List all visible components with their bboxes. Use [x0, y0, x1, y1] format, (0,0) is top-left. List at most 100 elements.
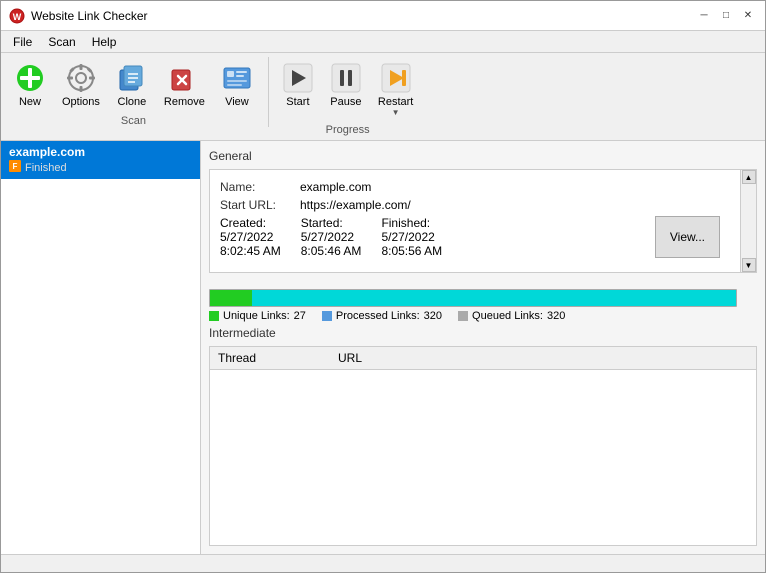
menu-help[interactable]: Help: [84, 33, 125, 51]
name-row: Name: example.com: [220, 180, 746, 194]
restore-button[interactable]: □: [717, 7, 735, 25]
general-section: Name: example.com Start URL: https://exa…: [209, 169, 757, 273]
progress-cyan: [252, 290, 736, 306]
options-button[interactable]: Options: [55, 57, 107, 113]
svg-text:W: W: [13, 12, 22, 22]
start-url-value: https://example.com/: [300, 198, 411, 212]
queued-links-label: Queued Links:: [472, 310, 543, 322]
finished-block: Finished: 5/27/2022 8:05:56 AM: [381, 216, 442, 258]
restart-label: Restart: [378, 96, 413, 108]
window-title: Website Link Checker: [31, 9, 695, 23]
toolbar-scan-group: New: [7, 57, 269, 127]
progress-buttons: Start Pause: [275, 57, 420, 122]
name-label: Name:: [220, 180, 300, 194]
remove-button[interactable]: Remove: [157, 57, 212, 113]
start-button[interactable]: Start: [275, 57, 321, 122]
progress-bar-inner: [210, 290, 736, 306]
pause-icon: [330, 62, 362, 94]
finished-time: 8:05:56 AM: [381, 244, 442, 258]
window-controls: ─ □ ✕: [695, 7, 757, 25]
progress-stats: Unique Links: 27 Processed Links: 320 Qu…: [209, 310, 737, 322]
start-url-row: Start URL: https://example.com/: [220, 198, 746, 212]
remove-icon: [168, 62, 200, 94]
svg-text:F: F: [13, 162, 18, 171]
scan-buttons: New: [7, 57, 260, 113]
progress-container: Unique Links: 27 Processed Links: 320 Qu…: [209, 289, 757, 322]
processed-links-stat: Processed Links: 320: [322, 310, 442, 322]
processed-links-label: Processed Links:: [336, 310, 420, 322]
status-text: Finished: [25, 162, 67, 174]
minimize-button[interactable]: ─: [695, 7, 713, 25]
queued-links-stat: Queued Links: 320: [458, 310, 565, 322]
unique-links-dot: [209, 311, 219, 321]
new-label: New: [19, 96, 41, 108]
main-content: example.com F Finished General Na: [1, 141, 765, 554]
restart-button[interactable]: Restart ▼: [371, 57, 420, 122]
new-icon: [14, 62, 46, 94]
remove-label: Remove: [164, 96, 205, 108]
sidebar: example.com F Finished: [1, 141, 201, 554]
status-bar: [1, 554, 765, 572]
clone-button[interactable]: Clone: [109, 57, 155, 113]
unique-links-value: 27: [294, 310, 306, 322]
restart-dropdown-arrow: ▼: [392, 108, 400, 117]
toolbar: New: [1, 53, 765, 141]
start-icon: [282, 62, 314, 94]
name-value: example.com: [300, 180, 371, 194]
menu-file[interactable]: File: [5, 33, 40, 51]
created-time: 8:02:45 AM: [220, 244, 281, 258]
right-panel: General Name: example.com Start URL: htt…: [201, 141, 765, 554]
view-details-button[interactable]: View...: [655, 216, 720, 258]
unique-links-label: Unique Links:: [223, 310, 290, 322]
new-button[interactable]: New: [7, 57, 53, 113]
app-window: W Website Link Checker ─ □ ✕ File Scan H…: [0, 0, 766, 573]
started-time: 8:05:46 AM: [301, 244, 362, 258]
view-toolbar-button[interactable]: View: [214, 57, 260, 113]
progress-group-label: Progress: [275, 124, 420, 136]
intermediate-title: Intermediate: [209, 326, 757, 340]
scroll-down-arrow[interactable]: ▼: [742, 258, 756, 272]
thread-column-header: Thread: [218, 351, 338, 365]
view-icon: [221, 62, 253, 94]
start-label: Start: [286, 96, 309, 108]
app-icon: W: [9, 8, 25, 24]
scroll-track: [741, 184, 756, 258]
started-block: Started: 5/27/2022 8:05:46 AM: [301, 216, 362, 258]
general-section-title: General: [209, 149, 757, 163]
pause-button[interactable]: Pause: [323, 57, 369, 122]
scroll-up-arrow[interactable]: ▲: [742, 170, 756, 184]
started-label: Started:: [301, 216, 362, 230]
finished-label: Finished:: [381, 216, 442, 230]
queued-links-dot: [458, 311, 468, 321]
status-icon: F: [9, 160, 21, 175]
options-label: Options: [62, 96, 100, 108]
restart-icon: [380, 62, 412, 94]
created-label: Created:: [220, 216, 281, 230]
queued-links-value: 320: [547, 310, 565, 322]
started-date: 5/27/2022: [301, 230, 362, 244]
sidebar-item-status: F Finished: [9, 160, 192, 175]
scan-group-label: Scan: [7, 115, 260, 127]
toolbar-progress-group: Start Pause: [275, 57, 428, 136]
intermediate-section: Intermediate Thread URL: [209, 326, 757, 546]
pause-label: Pause: [330, 96, 361, 108]
dates-row: Created: 5/27/2022 8:02:45 AM Started: 5…: [220, 216, 746, 258]
progress-bar: [209, 289, 737, 307]
created-block: Created: 5/27/2022 8:02:45 AM: [220, 216, 281, 258]
finished-date: 5/27/2022: [381, 230, 442, 244]
menu-bar: File Scan Help: [1, 31, 765, 53]
progress-green: [210, 290, 252, 306]
view-label: View: [225, 96, 249, 108]
clone-icon: [116, 62, 148, 94]
menu-scan[interactable]: Scan: [40, 33, 83, 51]
sidebar-item-example-com[interactable]: example.com F Finished: [1, 141, 200, 179]
general-scrollbar[interactable]: ▲ ▼: [740, 170, 756, 272]
start-url-label: Start URL:: [220, 198, 300, 212]
unique-links-stat: Unique Links: 27: [209, 310, 306, 322]
close-button[interactable]: ✕: [739, 7, 757, 25]
created-date: 5/27/2022: [220, 230, 281, 244]
sidebar-item-name: example.com: [9, 145, 192, 159]
processed-links-dot: [322, 311, 332, 321]
table-body: [210, 370, 756, 545]
title-bar: W Website Link Checker ─ □ ✕: [1, 1, 765, 31]
